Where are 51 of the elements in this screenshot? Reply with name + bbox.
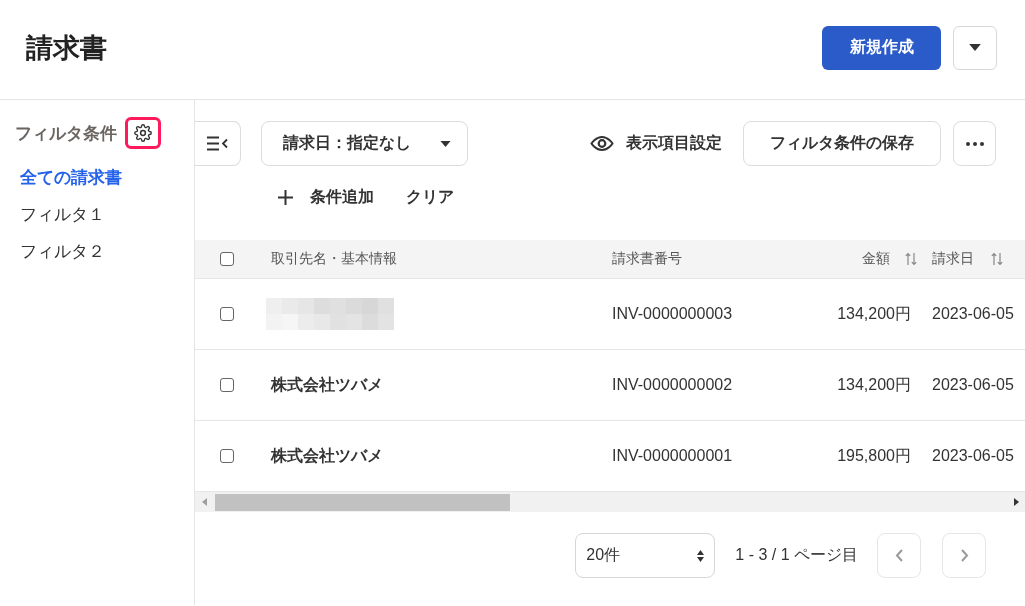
customer-name: 株式会社ツバメ [271,445,383,466]
dropdown-button[interactable] [953,25,997,70]
up-down-caret-icon [697,549,705,562]
amount: 195,800円 [837,445,911,466]
chevron-right-icon [959,549,969,562]
invoice-number: INV-0000000002 [612,376,733,394]
customer-name: 株式会社ツバメ [271,374,383,395]
column-header: 金額 [862,250,890,268]
sort-icon[interactable] [905,252,917,266]
page-title: 請求書 [26,31,107,65]
more-button[interactable] [953,121,996,166]
caret-down-icon [969,44,981,51]
sidebar-item[interactable]: 全ての請求書 [20,159,122,196]
column-header: 請求書番号 [612,250,682,268]
page-size-select[interactable]: 20件 [575,533,716,578]
eye-icon [590,135,614,152]
caret-down-icon [440,140,451,147]
checkbox[interactable] [220,449,234,463]
invoice-date: 2023-06-05 [932,305,1014,323]
plus-icon [278,189,293,205]
invoice-date: 2023-06-05 [932,447,1014,465]
collapse-button[interactable] [195,121,241,166]
invoice-number: INV-0000000001 [612,447,733,465]
ellipsis-icon [965,141,984,146]
amount: 134,200円 [837,374,911,395]
collapse-menu-icon [206,136,229,151]
create-button[interactable]: 新規作成 [822,25,941,70]
sidebar-item[interactable]: フィルタ２ [20,233,105,270]
save-filter-button[interactable]: フィルタ条件の保存 [743,121,941,166]
clear-button[interactable]: クリア [406,186,454,208]
sort-icon[interactable] [991,252,1003,266]
invoice-date: 2023-06-05 [932,376,1014,394]
column-settings-button[interactable]: 表示項目設定 [590,133,722,154]
column-header: 請求日 [932,250,974,268]
date-filter-dropdown[interactable]: 請求日：指定なし [261,121,468,166]
column-header: 取引先名・基本情報 [271,250,397,268]
checkbox[interactable] [220,252,234,266]
chevron-left-icon [894,549,904,562]
scrollbar-thumb[interactable] [215,493,510,511]
amount: 134,200円 [837,303,911,324]
scroll-right-icon[interactable] [1014,498,1019,506]
invoice-number: INV-0000000003 [612,305,733,323]
horizontal-scrollbar[interactable] [195,492,1025,512]
page-range: 1 - 3 / 1 ページ目 [735,545,858,565]
checkbox[interactable] [220,378,234,392]
checkbox[interactable] [220,307,234,321]
add-condition-button[interactable]: 条件追加 [278,186,374,208]
sidebar-item[interactable]: フィルタ１ [20,196,105,233]
scroll-left-icon[interactable] [202,498,207,506]
settings-icon[interactable] [134,124,152,142]
filter-heading: フィルタ条件 [15,122,117,145]
